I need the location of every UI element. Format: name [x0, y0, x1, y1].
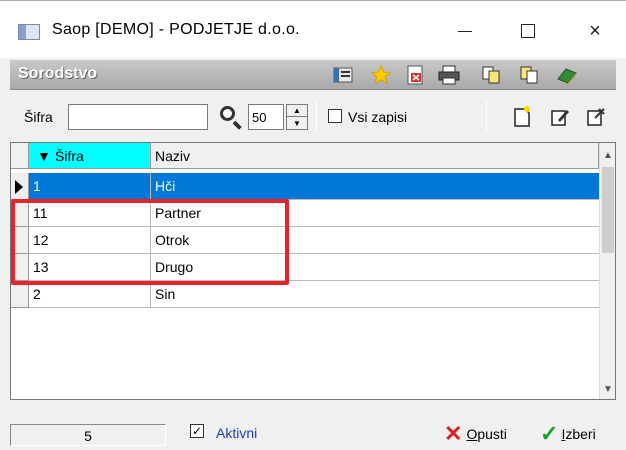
footer-bar: 5 ✓ Aktivni ✕ Opusti ✓ Izberi: [0, 404, 626, 450]
app-window: Saop [DEMO] - PODJETJE d.o.o. × Sorodstv…: [0, 0, 626, 450]
sort-desc-icon: ▼: [37, 148, 51, 164]
app-icon: [18, 24, 40, 40]
cell-naziv[interactable]: Sin: [151, 281, 601, 308]
edit-record-icon[interactable]: [548, 104, 572, 130]
record-limit-input[interactable]: [248, 104, 284, 130]
maximize-button[interactable]: [508, 13, 548, 49]
sifra-label: Šifra: [24, 109, 53, 125]
column-header-naziv[interactable]: Naziv: [151, 143, 599, 169]
header-band: Sorodstvo: [10, 60, 616, 90]
scroll-up-icon[interactable]: ▲: [600, 145, 615, 165]
vsi-zapisi-label: Vsi zapisi: [348, 109, 408, 125]
minimize-button[interactable]: [445, 13, 485, 49]
cell-naziv[interactable]: Hči: [151, 173, 601, 200]
aktivni-label: Aktivni: [216, 425, 258, 441]
cancel-label: pusti: [477, 426, 507, 442]
vsi-zapisi-checkbox[interactable]: [328, 109, 342, 123]
close-button[interactable]: ×: [575, 13, 615, 49]
page-title: Sorodstvo: [18, 65, 98, 82]
row-indicator: [11, 173, 29, 200]
column-header-label: Naziv: [155, 148, 191, 164]
scroll-down-icon[interactable]: ▼: [600, 379, 615, 399]
scrollbar-thumb[interactable]: [602, 167, 614, 253]
column-header-label: Šifra: [55, 148, 84, 164]
search-toolbar: Šifra ▲ ▼ Vsi zapisi: [10, 94, 616, 138]
paste-records-icon[interactable]: [518, 64, 540, 86]
cancel-button[interactable]: ✕ Opusti: [444, 420, 507, 448]
record-limit-spinner[interactable]: ▲ ▼: [286, 104, 308, 130]
cancel-x-icon: ✕: [444, 421, 463, 446]
search-icon[interactable]: [218, 104, 244, 130]
toolbar-separator: [486, 100, 487, 132]
table-row[interactable]: 2 Sin: [11, 281, 601, 308]
copy-records-icon[interactable]: [480, 64, 502, 86]
toolbar-separator: [316, 100, 317, 132]
highlight-annotation-box: [11, 199, 289, 285]
print-icon[interactable]: [438, 64, 460, 86]
sifra-search-input[interactable]: [68, 104, 208, 130]
current-row-pointer-icon: [15, 180, 23, 194]
exit-book-icon[interactable]: [556, 64, 578, 86]
aktivni-checkbox[interactable]: ✓: [190, 424, 204, 438]
column-header-sifra[interactable]: ▼ Šifra: [29, 143, 151, 169]
organizer-icon[interactable]: [332, 64, 354, 86]
cell-sifra[interactable]: 1: [29, 173, 151, 200]
window-title: Saop [DEMO] - PODJETJE d.o.o.: [52, 21, 300, 38]
checkmark-icon: ✓: [540, 421, 559, 446]
delete-record-icon[interactable]: [584, 104, 608, 130]
spinner-down-icon[interactable]: ▼: [287, 117, 307, 129]
excel-export-icon[interactable]: [404, 64, 426, 86]
row-indicator-header: [11, 143, 29, 169]
new-record-icon[interactable]: [510, 104, 534, 130]
title-bar[interactable]: Saop [DEMO] - PODJETJE d.o.o. ×: [0, 0, 626, 58]
star-icon[interactable]: [370, 64, 392, 86]
select-button[interactable]: ✓ Izberi: [540, 420, 596, 448]
cancel-label-accesskey: O: [466, 426, 478, 442]
select-label: zberi: [565, 426, 596, 442]
maximize-icon: [521, 24, 535, 38]
vertical-scrollbar[interactable]: ▲ ▼: [599, 143, 615, 399]
minimize-icon: [458, 30, 472, 32]
spinner-up-icon[interactable]: ▲: [287, 105, 307, 117]
cell-sifra[interactable]: 2: [29, 281, 151, 308]
record-count: 5: [10, 424, 166, 446]
table-row[interactable]: 1 Hči: [11, 173, 601, 200]
row-indicator: [11, 281, 29, 308]
